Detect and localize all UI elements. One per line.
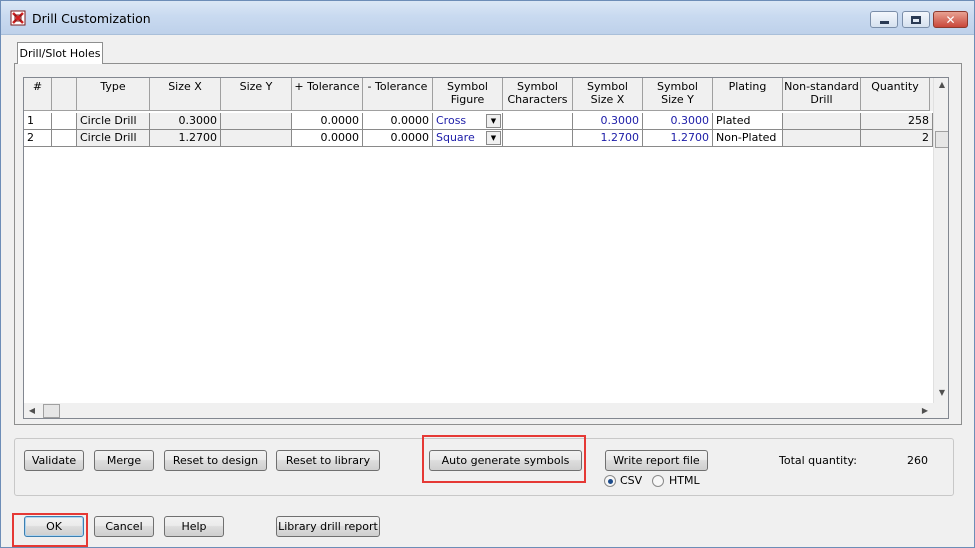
drill-app-icon <box>10 10 26 26</box>
library-drill-report-button[interactable]: Library drill report <box>276 516 380 537</box>
cell-flag[interactable] <box>52 113 77 130</box>
col-header-plus-tolerance[interactable]: + Tolerance <box>292 78 363 111</box>
reset-to-design-button[interactable]: Reset to design <box>164 450 267 471</box>
col-header-type[interactable]: Type <box>77 78 150 111</box>
cell-symbol-size-x[interactable]: 0.3000 <box>573 113 643 130</box>
auto-generate-symbols-button[interactable]: Auto generate symbols <box>429 450 582 471</box>
cell-plating[interactable]: Non-Plated <box>713 130 783 147</box>
table-row[interactable]: 1 Circle Drill 0.3000 0.0000 0.0000 Cros… <box>24 113 933 130</box>
cell-symbol-size-x[interactable]: 1.2700 <box>573 130 643 147</box>
horizontal-scroll-thumb[interactable] <box>43 404 60 418</box>
cell-flag[interactable] <box>52 130 77 147</box>
cell-size-y <box>221 113 292 130</box>
total-quantity-value: 260 <box>907 454 928 467</box>
table-header: # Type Size X Size Y + Tolerance - Toler… <box>24 78 933 111</box>
cell-size-x: 1.2700 <box>150 130 221 147</box>
drill-table: # Type Size X Size Y + Tolerance - Toler… <box>23 77 949 419</box>
vertical-scroll-thumb[interactable] <box>935 131 948 148</box>
scroll-right-icon[interactable]: ▶ <box>917 406 933 415</box>
cell-plus-tolerance[interactable]: 0.0000 <box>292 113 363 130</box>
title-bar: Drill Customization ✕ <box>1 1 974 35</box>
minimize-button[interactable] <box>870 11 898 28</box>
validate-button[interactable]: Validate <box>24 450 84 471</box>
scroll-left-icon[interactable]: ◀ <box>24 406 40 415</box>
col-header-minus-tolerance[interactable]: - Tolerance <box>363 78 433 111</box>
cell-minus-tolerance[interactable]: 0.0000 <box>363 130 433 147</box>
cell-number: 1 <box>24 113 52 130</box>
col-header-symbol-size-y[interactable]: Symbol Size Y <box>643 78 713 111</box>
window-title: Drill Customization <box>32 11 151 26</box>
help-button[interactable]: Help <box>164 516 224 537</box>
cell-symbol-figure[interactable]: Square ▼ <box>433 130 503 147</box>
symbol-figure-value: Cross <box>436 114 467 127</box>
cell-number: 2 <box>24 130 52 147</box>
write-report-file-button[interactable]: Write report file <box>605 450 708 471</box>
cell-non-standard-drill[interactable] <box>783 130 861 147</box>
ok-button[interactable]: OK <box>24 516 84 537</box>
radio-html-label[interactable]: HTML <box>669 474 700 487</box>
drill-customization-window: Drill Customization ✕ Drill/Slot Holes #… <box>0 0 975 548</box>
table-row[interactable]: 2 Circle Drill 1.2700 0.0000 0.0000 Squa… <box>24 130 933 147</box>
scroll-up-icon[interactable]: ▲ <box>934 80 948 89</box>
maximize-icon <box>911 15 921 24</box>
dropdown-arrow-icon[interactable]: ▼ <box>486 131 501 145</box>
cell-plus-tolerance[interactable]: 0.0000 <box>292 130 363 147</box>
horizontal-scrollbar[interactable]: ◀ ▶ <box>24 403 933 418</box>
cell-quantity: 258 <box>861 113 933 130</box>
radio-csv-label[interactable]: CSV <box>620 474 642 487</box>
radio-html[interactable] <box>652 475 664 487</box>
cell-size-y <box>221 130 292 147</box>
close-button[interactable]: ✕ <box>933 11 968 28</box>
cancel-button[interactable]: Cancel <box>94 516 154 537</box>
cell-minus-tolerance[interactable]: 0.0000 <box>363 113 433 130</box>
col-header-plating[interactable]: Plating <box>713 78 783 111</box>
minimize-icon <box>879 21 889 24</box>
col-header-symbol-size-x[interactable]: Symbol Size X <box>573 78 643 111</box>
cell-type: Circle Drill <box>77 113 150 130</box>
cell-symbol-characters[interactable] <box>503 113 573 130</box>
tab-drill-slot-holes[interactable]: Drill/Slot Holes <box>17 42 103 64</box>
col-header-symbol-figure[interactable]: Symbol Figure <box>433 78 503 111</box>
radio-csv[interactable] <box>604 475 616 487</box>
col-header-symbol-characters[interactable]: Symbol Characters <box>503 78 573 111</box>
col-header-non-standard-drill[interactable]: Non-standard Drill <box>783 78 861 111</box>
cell-symbol-characters[interactable] <box>503 130 573 147</box>
close-icon: ✕ <box>945 12 956 27</box>
col-header-flag[interactable] <box>52 78 77 111</box>
col-header-quantity[interactable]: Quantity <box>861 78 930 111</box>
scroll-corner <box>933 403 948 418</box>
total-quantity-label: Total quantity: <box>779 454 857 467</box>
dropdown-arrow-icon[interactable]: ▼ <box>486 114 501 128</box>
cell-symbol-size-y[interactable]: 1.2700 <box>643 130 713 147</box>
symbol-figure-value: Square <box>436 131 475 144</box>
scroll-down-icon[interactable]: ▼ <box>934 388 948 397</box>
reset-to-library-button[interactable]: Reset to library <box>276 450 380 471</box>
maximize-button[interactable] <box>902 11 930 28</box>
cell-symbol-figure[interactable]: Cross ▼ <box>433 113 503 130</box>
cell-size-x: 0.3000 <box>150 113 221 130</box>
col-header-number[interactable]: # <box>24 78 52 111</box>
col-header-size-y[interactable]: Size Y <box>221 78 292 111</box>
col-header-size-x[interactable]: Size X <box>150 78 221 111</box>
merge-button[interactable]: Merge <box>94 450 154 471</box>
cell-plating[interactable]: Plated <box>713 113 783 130</box>
vertical-scrollbar[interactable]: ▲ ▼ <box>933 78 948 403</box>
cell-non-standard-drill[interactable] <box>783 113 861 130</box>
cell-quantity: 2 <box>861 130 933 147</box>
cell-type: Circle Drill <box>77 130 150 147</box>
cell-symbol-size-y[interactable]: 0.3000 <box>643 113 713 130</box>
